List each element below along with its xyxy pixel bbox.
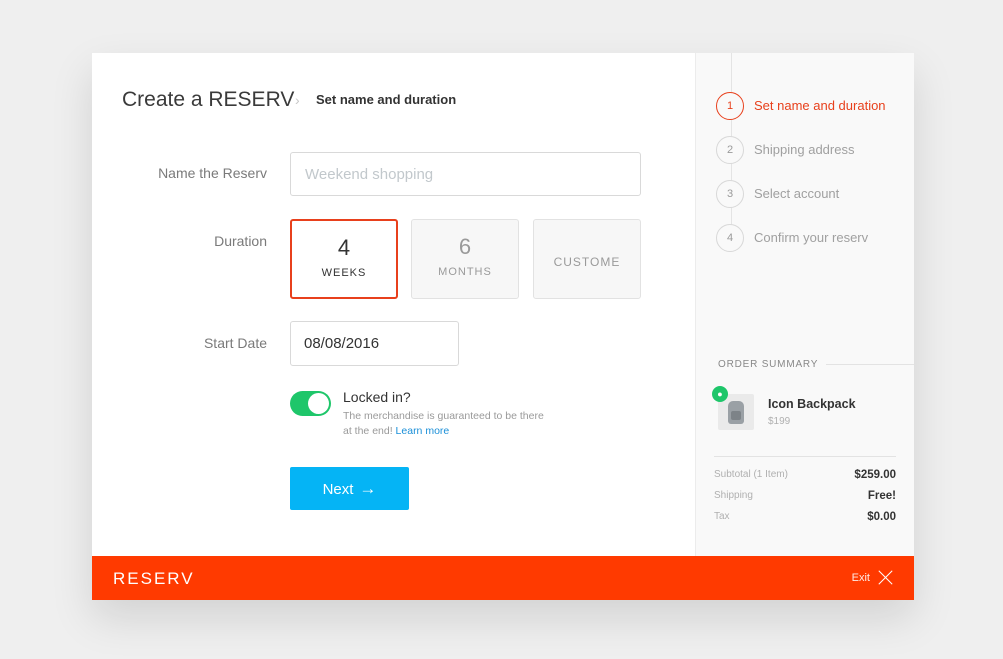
locked-title: Locked in? [343, 389, 411, 405]
page-title: Create a RESERV [122, 88, 295, 111]
main-panel: Create a RESERV › Set name and duration … [92, 53, 695, 556]
duration-option-weeks[interactable]: 4 WEEKS [290, 219, 398, 299]
sidebar: 1 Set name and duration 2 Shipping addre… [695, 53, 914, 556]
duration-label: Duration [214, 233, 267, 249]
step-number: 4 [716, 224, 744, 252]
step-number: 1 [716, 92, 744, 120]
backpack-pocket [731, 411, 741, 420]
summary-row-subtotal: Subtotal (1 Item) $259.00 [714, 469, 896, 483]
close-icon [878, 570, 893, 585]
reserv-modal: Create a RESERV › Set name and duration … [92, 53, 914, 600]
step-label: Confirm your reserv [754, 230, 869, 245]
brand-logo: RESERV [113, 569, 195, 588]
start-date-label: Start Date [203, 335, 267, 351]
product-price: $199 [768, 416, 791, 427]
toggle-knob [308, 393, 329, 414]
step-label: Select account [754, 186, 840, 201]
duration-unit: MONTHS [438, 266, 492, 278]
next-button[interactable]: Next → [290, 467, 409, 510]
summary-value: $0.00 [867, 511, 896, 523]
summary-key: Tax [714, 511, 730, 522]
duration-option-custom[interactable]: CUSTOME [533, 219, 641, 299]
step-label: Set name and duration [754, 98, 886, 113]
order-summary-title: ORDER SUMMARY [718, 359, 819, 370]
breadcrumb-chevron-icon: › [295, 92, 300, 108]
summary-value: Free! [867, 490, 896, 502]
next-label: Next [322, 480, 354, 498]
duration-option-months[interactable]: 6 MONTHS [411, 219, 519, 299]
duration-number: 6 [458, 234, 472, 259]
summary-key: Shipping [714, 490, 753, 501]
summary-row-shipping: Shipping Free! [714, 490, 896, 504]
locked-description: The merchandise is guaranteed to be ther… [343, 409, 553, 439]
lock-icon: ● [712, 386, 728, 402]
exit-button[interactable]: Exit [852, 569, 893, 587]
name-label: Name the Reserv [158, 165, 267, 181]
name-input[interactable] [290, 152, 641, 196]
summary-key: Subtotal (1 Item) [714, 469, 788, 480]
learn-more-link[interactable]: Learn more [396, 425, 450, 437]
product-name: Icon Backpack [768, 397, 856, 411]
summary-row-tax: Tax $0.00 [714, 511, 896, 525]
step-number: 2 [716, 136, 744, 164]
step-label: Shipping address [754, 142, 855, 157]
divider [826, 364, 914, 365]
arrow-right-icon: → [359, 478, 377, 498]
summary-value: $259.00 [854, 469, 896, 481]
step-number: 3 [716, 180, 744, 208]
footer-bar: RESERV Exit [92, 556, 914, 600]
start-date-input[interactable] [290, 321, 459, 366]
duration-number: 4 [337, 235, 351, 260]
duration-unit: WEEKS [321, 267, 367, 279]
breadcrumb: Set name and duration [316, 92, 457, 107]
locked-toggle[interactable] [290, 391, 331, 416]
divider [714, 456, 896, 457]
duration-custom-label: CUSTOME [553, 255, 621, 269]
exit-label: Exit [851, 571, 870, 584]
